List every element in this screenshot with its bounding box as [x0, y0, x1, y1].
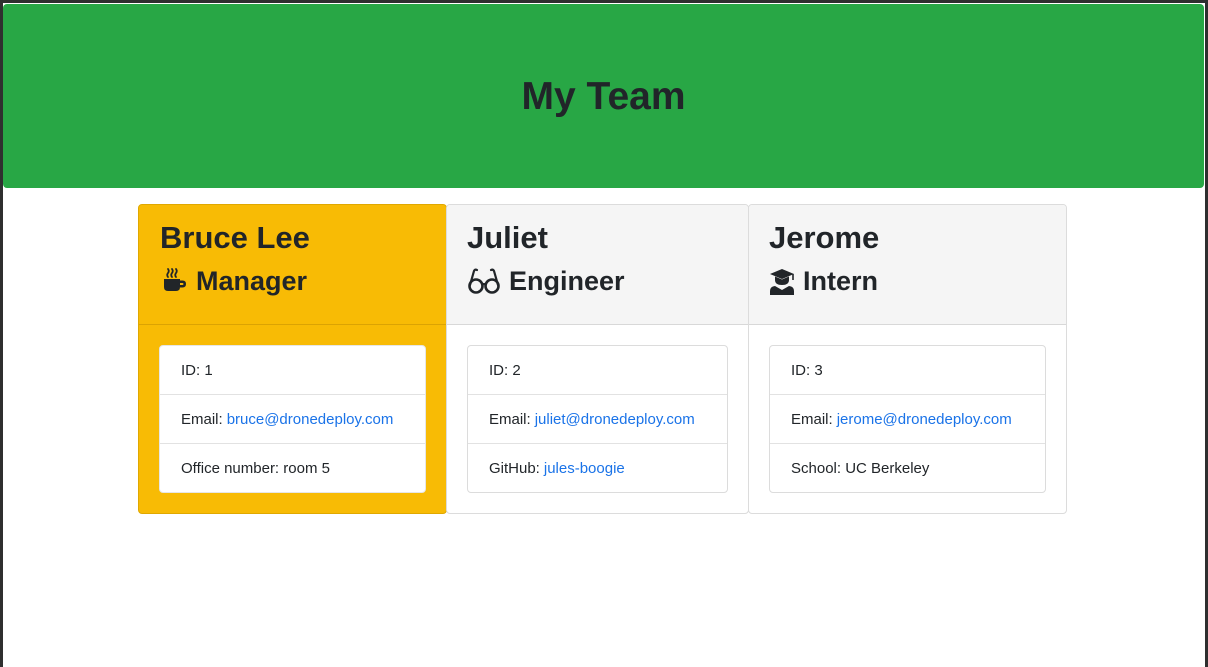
office-number-text: Office number: room 5	[181, 459, 330, 477]
page-header: My Team	[3, 4, 1204, 188]
github-profile: GitHub: jules-boogie	[468, 444, 727, 492]
email-link[interactable]: juliet@dronedeploy.com	[535, 411, 695, 428]
employee-role: Intern	[769, 266, 1046, 296]
email-label: Email:	[791, 410, 833, 428]
coffee-icon	[160, 267, 188, 295]
id-text: ID: 2	[489, 361, 521, 379]
employee-card-manager: Bruce Lee Manager ID: 1 Email: bruce@dro…	[138, 204, 447, 514]
employee-name: Bruce Lee	[160, 220, 310, 255]
page-title: My Team	[521, 75, 686, 118]
employee-name: Juliet	[467, 220, 548, 255]
email-label: Email:	[181, 410, 223, 428]
employee-name: Jerome	[769, 220, 880, 255]
employee-card-engineer: Juliet Engineer ID: 2 Email: juliet@dron…	[446, 204, 749, 514]
employee-details-list: ID: 3 Email: jerome@dronedeploy.com Scho…	[769, 345, 1046, 493]
team-cards: Bruce Lee Manager ID: 1 Email: bruce@dro…	[138, 204, 1067, 514]
email-label: Email:	[489, 410, 531, 428]
employee-role: Manager	[160, 266, 426, 296]
github-label: GitHub:	[489, 459, 540, 477]
employee-id: ID: 1	[160, 346, 425, 395]
graduate-icon	[769, 267, 795, 295]
card-body: ID: 2 Email: juliet@dronedeploy.com GitH…	[447, 325, 748, 493]
employee-details-list: ID: 1 Email: bruce@dronedeploy.com Offic…	[159, 345, 426, 493]
card-header: Juliet Engineer	[447, 205, 748, 325]
school: School: UC Berkeley	[770, 444, 1045, 492]
glasses-icon	[467, 267, 501, 295]
employee-id: ID: 2	[468, 346, 727, 395]
id-text: ID: 1	[181, 361, 213, 379]
email-link[interactable]: bruce@dronedeploy.com	[227, 411, 394, 428]
role-label: Intern	[803, 266, 879, 296]
school-text: School: UC Berkeley	[791, 459, 930, 477]
employee-card-intern: Jerome Intern ID: 3 Email: jerome@droned…	[748, 204, 1067, 514]
card-header: Jerome Intern	[749, 205, 1066, 325]
card-header: Bruce Lee Manager	[139, 205, 446, 325]
employee-email: Email: bruce@dronedeploy.com	[160, 395, 425, 444]
role-label: Manager	[196, 266, 308, 296]
employee-role: Engineer	[467, 266, 728, 296]
employee-email: Email: jerome@dronedeploy.com	[770, 395, 1045, 444]
employee-email: Email: juliet@dronedeploy.com	[468, 395, 727, 444]
card-body: ID: 3 Email: jerome@dronedeploy.com Scho…	[749, 325, 1066, 493]
window-top-border	[0, 0, 1208, 3]
github-link[interactable]: jules-boogie	[544, 460, 625, 477]
id-text: ID: 3	[791, 361, 823, 379]
card-body: ID: 1 Email: bruce@dronedeploy.com Offic…	[139, 325, 446, 493]
office-number: Office number: room 5	[160, 444, 425, 492]
email-link[interactable]: jerome@dronedeploy.com	[837, 411, 1012, 428]
employee-id: ID: 3	[770, 346, 1045, 395]
role-label: Engineer	[509, 266, 625, 296]
employee-details-list: ID: 2 Email: juliet@dronedeploy.com GitH…	[467, 345, 728, 493]
